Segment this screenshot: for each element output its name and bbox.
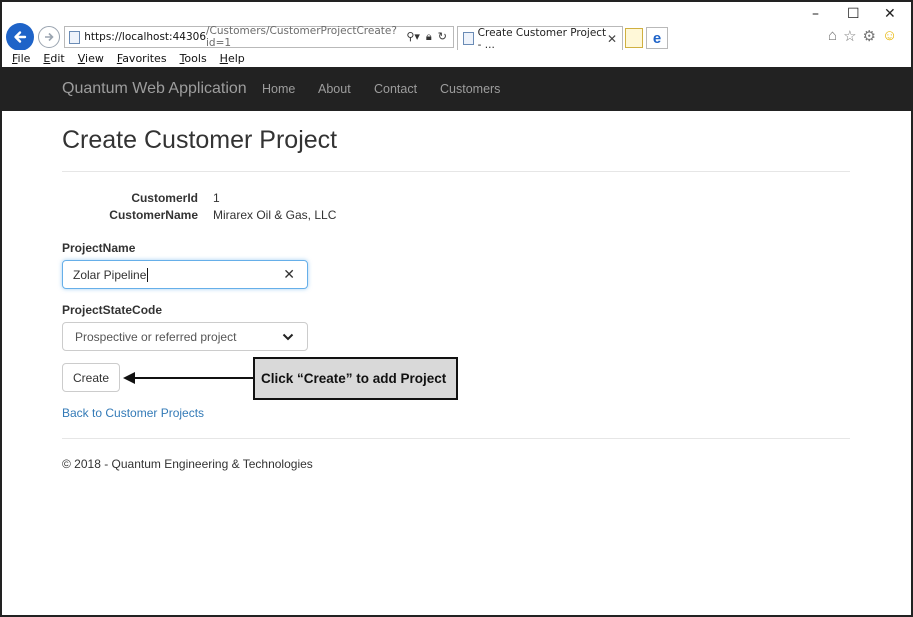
project-name-label: ProjectName <box>62 241 136 255</box>
close-window-icon[interactable]: ✕ <box>884 6 896 22</box>
text-caret <box>147 267 149 282</box>
tab-create-customer-project[interactable]: Create Customer Project - ... ✕ <box>457 26 623 51</box>
nav-contact[interactable]: Contact <box>374 82 417 96</box>
chevron-down-icon <box>282 333 294 341</box>
tab-close-icon[interactable]: ✕ <box>607 32 617 46</box>
nav-about[interactable]: About <box>318 82 351 96</box>
brand-link[interactable]: Quantum Web Application <box>62 80 247 98</box>
favorites-star-icon[interactable]: ☆ <box>843 27 856 45</box>
refresh-icon[interactable]: ↻ <box>438 30 447 44</box>
tab-title: Create Customer Project - ... <box>477 26 607 51</box>
create-button[interactable]: Create <box>62 363 120 392</box>
feedback-smiley-icon[interactable]: ☺ <box>882 27 897 45</box>
search-icon[interactable]: ⚲▾ <box>406 30 420 44</box>
browser-window: https://localhost: 44306/Customers/Custom… <box>0 0 913 617</box>
divider <box>62 171 850 172</box>
project-name-input[interactable]: Zolar Pipeline ✕ <box>62 260 308 289</box>
lock-icon: 🔒︎ <box>425 30 432 43</box>
menu-file[interactable]: File <box>12 52 30 65</box>
back-arrow-icon <box>14 31 27 43</box>
menu-view[interactable]: View <box>78 52 104 65</box>
tab-page-icon <box>463 32 474 45</box>
project-state-label: ProjectStateCode <box>62 303 163 317</box>
back-button[interactable] <box>6 23 34 51</box>
page-title: Create Customer Project <box>62 126 338 154</box>
instruction-callout: Click “Create” to add Project <box>253 357 458 400</box>
new-tab-button[interactable] <box>625 28 643 48</box>
customer-id-label: CustomerId <box>131 191 198 205</box>
url-host: https://localhost: <box>84 31 173 43</box>
site-navbar: Quantum Web Application Home About Conta… <box>2 67 911 111</box>
customer-name-label: CustomerName <box>109 208 198 222</box>
clear-input-icon[interactable]: ✕ <box>283 266 295 283</box>
nav-home[interactable]: Home <box>262 82 295 96</box>
customer-id-value: 1 <box>213 191 220 205</box>
back-to-projects-link[interactable]: Back to Customer Projects <box>62 406 204 420</box>
project-state-selected: Prospective or referred project <box>75 329 237 344</box>
nav-customers[interactable]: Customers <box>440 82 500 96</box>
footer-text: © 2018 - Quantum Engineering & Technolog… <box>62 457 313 471</box>
footer-divider <box>62 438 850 439</box>
edge-icon[interactable]: e <box>646 27 668 49</box>
customer-name-value: Mirarex Oil & Gas, LLC <box>213 208 337 222</box>
settings-gear-icon[interactable]: ⚙ <box>863 27 876 45</box>
callout-arrow-icon <box>123 372 253 384</box>
forward-button[interactable] <box>38 26 60 48</box>
page-icon <box>69 30 81 44</box>
home-icon[interactable]: ⌂ <box>828 27 837 45</box>
menu-edit[interactable]: Edit <box>43 52 64 65</box>
project-name-text: Zolar Pipeline <box>73 267 147 282</box>
url-port: 44306 <box>172 31 206 43</box>
menu-bar: File Edit View Favorites Tools Help <box>2 50 911 67</box>
project-state-select[interactable]: Prospective or referred project <box>62 322 308 351</box>
menu-help[interactable]: Help <box>220 52 245 65</box>
address-bar[interactable]: https://localhost: 44306/Customers/Custom… <box>64 25 454 49</box>
forward-arrow-icon <box>45 32 54 42</box>
maximize-icon[interactable]: ☐ <box>847 6 860 22</box>
browser-toolbar: https://localhost: 44306/Customers/Custom… <box>2 2 911 51</box>
menu-tools[interactable]: Tools <box>180 52 207 65</box>
menu-favorites[interactable]: Favorites <box>117 52 167 65</box>
minimize-icon[interactable]: – <box>812 6 819 22</box>
url-path: /Customers/CustomerProjectCreate?id=1 <box>206 25 397 49</box>
